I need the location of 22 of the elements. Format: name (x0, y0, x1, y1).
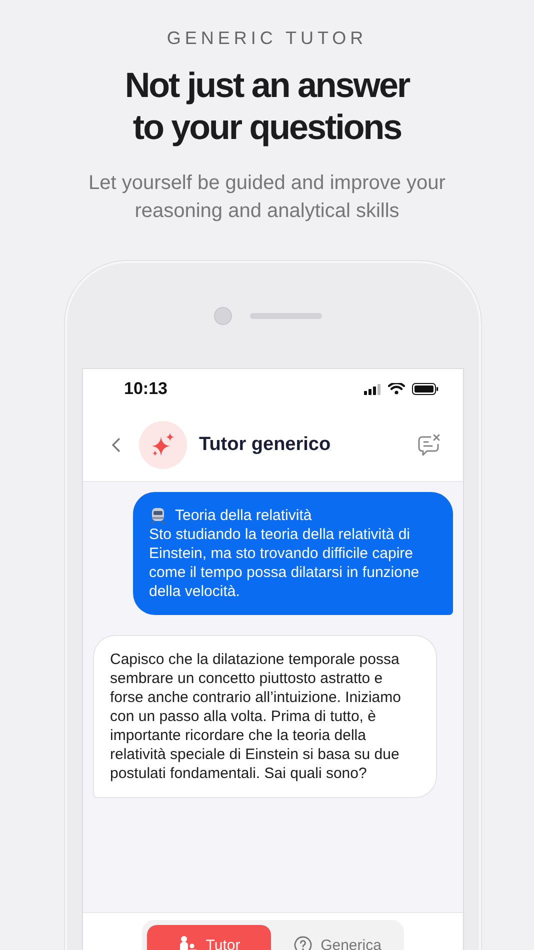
teacher-icon (178, 935, 198, 950)
headline: Not just an answer (124, 65, 410, 107)
wifi-icon (388, 383, 405, 395)
eyebrow-text: GENERIC TUTOR (166, 28, 368, 49)
camera-dot (214, 306, 232, 324)
status-time: 10:13 (124, 379, 168, 399)
headline: to your questions (132, 107, 402, 149)
assistant-message: Capisco che la dilatazione temporale possa sembrare un concetto piuttosto astratto e forse anche contrario all’intuizione. Iniziamo con un passo alla volta. Prima di tutto, è importante ricordare che la teoria della relatività speciale di Einstein si basa su due postulati fondamentali. Sai quali sono? (93, 635, 437, 798)
mode-tab[interactable]: Generica (275, 925, 399, 950)
message-topic: Teoria della relatività (175, 506, 312, 525)
mode-tab[interactable]: Tutor (147, 925, 271, 950)
speaker-slot (250, 312, 322, 318)
message-text: Sto studiando la teoria della relatività di Einstein, ma sto trovando difficile capire come il tempo possa dilatarsi in funzione della velocità. (149, 525, 420, 601)
train-icon (149, 506, 167, 524)
subtitle: Let yourself be guided and improve your reasoning and analytical skills (88, 171, 446, 224)
clear-chat-icon[interactable] (417, 433, 441, 457)
sparkle-icon (150, 432, 176, 458)
back-icon[interactable] (111, 437, 121, 453)
signal-icon (364, 382, 381, 396)
battery-icon (412, 382, 439, 396)
question-bubble-icon (292, 935, 313, 950)
chat-title: Tutor generico (199, 434, 332, 456)
